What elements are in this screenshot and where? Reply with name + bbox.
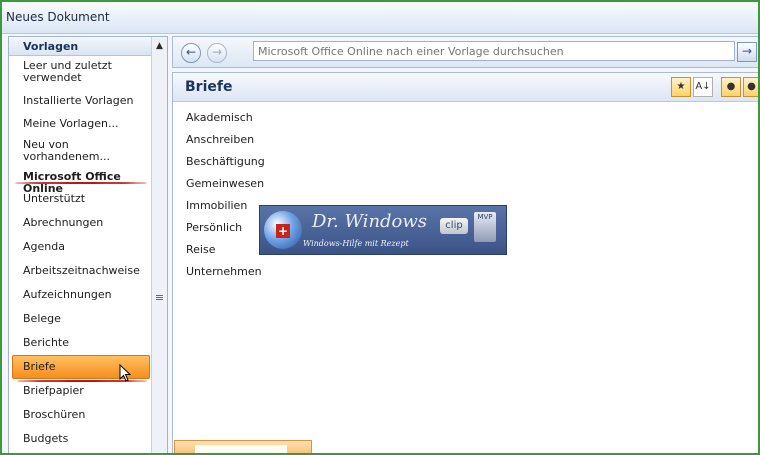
- list-item[interactable]: Beschäftigung: [186, 155, 265, 168]
- back-arrow-icon[interactable]: ←: [181, 43, 201, 63]
- scroll-grip-icon[interactable]: ≡: [154, 292, 165, 304]
- dialog-window: Neues Dokument Vorlagen Leer und zuletzt…: [0, 0, 760, 455]
- sidebar-item-broschueren[interactable]: Broschüren: [23, 409, 147, 421]
- content-header: Briefe ★ A↓ ● ●: [173, 73, 758, 102]
- list-item[interactable]: Anschreiben: [186, 133, 254, 146]
- forward-arrow-icon[interactable]: →: [207, 43, 227, 63]
- clip-badge: clip: [440, 218, 468, 234]
- sidebar-item-abrechnungen[interactable]: Abrechnungen: [23, 217, 147, 229]
- sidebar-item-arbeitszeitnachweise[interactable]: Arbeitszeitnachweise: [23, 265, 147, 277]
- sidebar-item-my-templates[interactable]: Meine Vorlagen...: [23, 118, 147, 130]
- sidebar-item-berichte[interactable]: Berichte: [23, 337, 147, 349]
- sidebar-item-budgets[interactable]: Budgets: [23, 433, 147, 445]
- template-category-pane: Vorlagen Leer und zuletzt verwendet Inst…: [8, 36, 168, 453]
- sidebar-item-aufzeichnungen[interactable]: Aufzeichnungen: [23, 289, 147, 301]
- sidebar-item-briefpapier[interactable]: Briefpapier: [23, 385, 147, 397]
- list-item[interactable]: Reise: [186, 243, 215, 256]
- navigation-bar: ← → →: [172, 36, 758, 68]
- list-item[interactable]: Immobilien: [186, 199, 247, 212]
- sidebar-item-blank-recent[interactable]: Leer und zuletzt verwendet: [23, 60, 147, 84]
- medical-cross-icon: +: [276, 224, 290, 238]
- list-item[interactable]: Akademisch: [186, 111, 253, 124]
- sidebar-item-installed[interactable]: Installierte Vorlagen: [23, 95, 147, 107]
- sidebar-heading-label: Vorlagen: [23, 40, 79, 53]
- sort-az-icon[interactable]: A↓: [693, 77, 713, 97]
- mouse-cursor-icon: [119, 364, 131, 382]
- scroll-up-arrow-icon[interactable]: ▲: [152, 39, 167, 53]
- user-icon[interactable]: ●: [721, 77, 741, 97]
- preview-tab: [174, 440, 312, 453]
- annotation-underline: [15, 182, 147, 184]
- preview-tab-inner: [195, 445, 287, 453]
- sidebar-scrollbar[interactable]: ▲ ≡: [151, 37, 167, 453]
- watermark-logo: + Dr. Windows Windows-Hilfe mit Rezept c…: [259, 205, 507, 255]
- watermark-subtitle: Windows-Hilfe mit Rezept: [303, 239, 409, 248]
- sidebar-item-unterstuetzt[interactable]: Unterstützt: [23, 193, 147, 205]
- user-remove-icon[interactable]: ●: [743, 77, 758, 97]
- page-title: Briefe: [185, 79, 233, 95]
- sidebar-item-agenda[interactable]: Agenda: [23, 241, 147, 253]
- title-bar: Neues Dokument: [2, 2, 758, 34]
- sidebar-heading: Vorlagen: [9, 37, 151, 56]
- template-search-input[interactable]: [253, 41, 735, 61]
- sidebar-item-new-from-existing[interactable]: Neu von vorhandenem...: [23, 139, 147, 163]
- list-item[interactable]: Gemeinwesen: [186, 177, 264, 190]
- sort-by-rating-icon[interactable]: ★: [671, 77, 691, 97]
- sidebar-item-belege[interactable]: Belege: [23, 313, 147, 325]
- template-list-pane: Briefe ★ A↓ ● ● Akademisch Anschreiben B…: [172, 72, 758, 453]
- mvp-badge: MVP: [474, 212, 496, 242]
- watermark-title: Dr. Windows: [312, 211, 428, 232]
- search-go-arrow-icon[interactable]: →: [737, 42, 757, 62]
- list-item[interactable]: Unternehmen: [186, 265, 262, 278]
- window-title: Neues Dokument: [6, 10, 110, 24]
- list-item[interactable]: Persönlich: [186, 221, 242, 234]
